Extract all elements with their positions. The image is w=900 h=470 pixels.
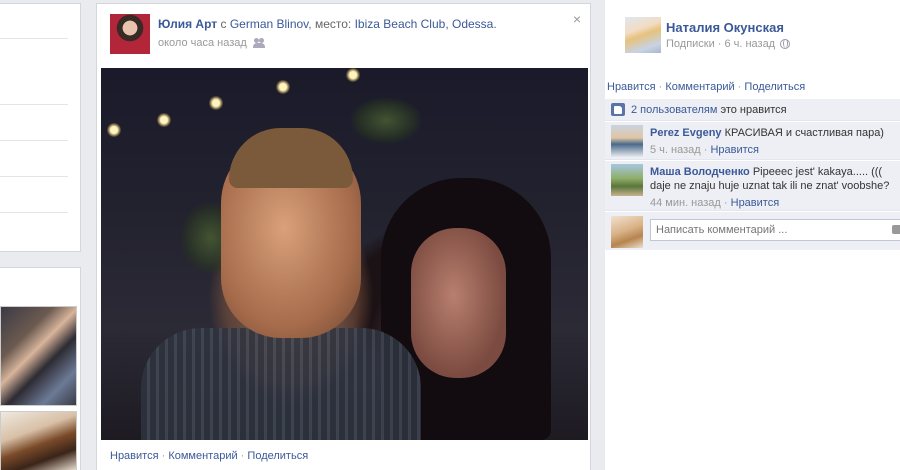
people-icon[interactable] <box>252 38 265 48</box>
side-comment-link[interactable]: Комментарий <box>665 81 734 93</box>
side-actions: Нравится · Комментарий · Поделиться <box>607 81 805 93</box>
photo-thumbnail[interactable] <box>0 306 77 406</box>
string-light <box>276 80 290 94</box>
woman-face <box>411 228 506 378</box>
commenter-avatar[interactable] <box>611 125 643 157</box>
left-nav-box <box>0 3 81 252</box>
string-light <box>346 68 360 82</box>
separator: · <box>734 81 745 93</box>
thumbs-up-icon <box>611 103 625 116</box>
left-nav-divider <box>0 38 68 39</box>
subscriptions-label: Подписки <box>666 38 715 50</box>
comment-body: Маша Володченко Pipeeec jest' kakaya....… <box>650 165 895 210</box>
comment-body: Perez Evgeny КРАСИВАЯ и счастливая пара)… <box>650 126 895 157</box>
comment-text: КРАСИВАЯ и счастливая пара) <box>721 127 884 139</box>
left-nav-divider <box>0 212 68 213</box>
separator: · <box>158 450 169 462</box>
author-avatar[interactable] <box>110 14 150 54</box>
side-time[interactable]: 6 ч. назад <box>724 38 775 50</box>
post-card: Юлия Арт с German Blinov, место: Ibiza B… <box>96 3 591 470</box>
comment-link[interactable]: Комментарий <box>168 450 237 462</box>
string-light <box>157 113 171 127</box>
meta-separator: · <box>717 38 722 50</box>
comment-like-link[interactable]: Нравится <box>731 197 780 209</box>
comment-item: Маша Володченко Pipeeec jest' kakaya....… <box>605 161 900 211</box>
separator: · <box>720 197 731 209</box>
string-light <box>209 96 223 110</box>
current-user-avatar <box>611 216 643 248</box>
left-nav-divider <box>0 176 68 177</box>
post-timestamp: около часа назад <box>158 37 265 49</box>
post-photo[interactable] <box>101 68 588 440</box>
left-nav-divider <box>0 140 68 141</box>
with-word: с <box>217 17 230 31</box>
place-prefix: , место: <box>308 17 355 31</box>
post-actions: Нравится · Комментарий · Поделиться <box>110 450 308 462</box>
side-author-name[interactable]: Наталия Окунская <box>666 20 784 35</box>
share-link[interactable]: Поделиться <box>247 450 308 462</box>
man-hair <box>229 128 353 188</box>
comment-meta: 5 ч. назад · Нравится <box>650 143 895 157</box>
comment-like-link[interactable]: Нравится <box>710 144 759 156</box>
man-shirt <box>141 328 421 440</box>
comment-meta: 44 мин. назад · Нравится <box>650 196 895 210</box>
separator: · <box>237 450 248 462</box>
camera-icon[interactable] <box>892 225 900 234</box>
separator: · <box>655 81 666 93</box>
photo-thumbnail[interactable] <box>0 411 77 470</box>
comment-time[interactable]: 5 ч. назад <box>650 144 701 156</box>
write-comment-row <box>605 212 900 250</box>
string-light <box>107 123 121 137</box>
left-column <box>0 0 90 470</box>
place-suffix: . <box>493 17 497 31</box>
comment-item: Perez Evgeny КРАСИВАЯ и счастливая пара)… <box>605 122 900 160</box>
comment-author-link[interactable]: Perez Evgeny <box>650 127 722 139</box>
palm-leaves <box>351 98 421 143</box>
side-like-link[interactable]: Нравится <box>607 81 656 93</box>
post-header: Юлия Арт с German Blinov, место: Ibiza B… <box>158 16 558 32</box>
comment-input[interactable] <box>650 219 900 241</box>
commenter-avatar[interactable] <box>611 164 643 196</box>
side-share-link[interactable]: Поделиться <box>744 81 805 93</box>
like-link[interactable]: Нравится <box>110 450 159 462</box>
comment-time[interactable]: 44 мин. назад <box>650 197 721 209</box>
author-name-link[interactable]: Юлия Арт <box>158 17 217 31</box>
post-time-text[interactable]: около часа назад <box>158 37 247 49</box>
likers-link[interactable]: 2 пользователям <box>631 104 717 116</box>
likes-text: это нравится <box>717 103 787 116</box>
comment-author-link[interactable]: Маша Володченко <box>650 166 750 178</box>
likes-summary: 2 пользователям это нравится <box>605 99 900 121</box>
side-author-avatar[interactable] <box>625 17 661 53</box>
side-meta: Подписки · 6 ч. назад <box>666 38 791 50</box>
place-link[interactable]: Ibiza Beach Club, Odessa <box>355 17 494 31</box>
left-nav-divider <box>0 104 68 105</box>
tagged-person-link[interactable]: German Blinov <box>230 17 308 31</box>
globe-icon[interactable] <box>780 39 791 49</box>
side-panel: Наталия Окунская Подписки · 6 ч. назад Н… <box>605 0 900 470</box>
separator: · <box>700 144 711 156</box>
close-icon[interactable]: × <box>573 12 581 26</box>
